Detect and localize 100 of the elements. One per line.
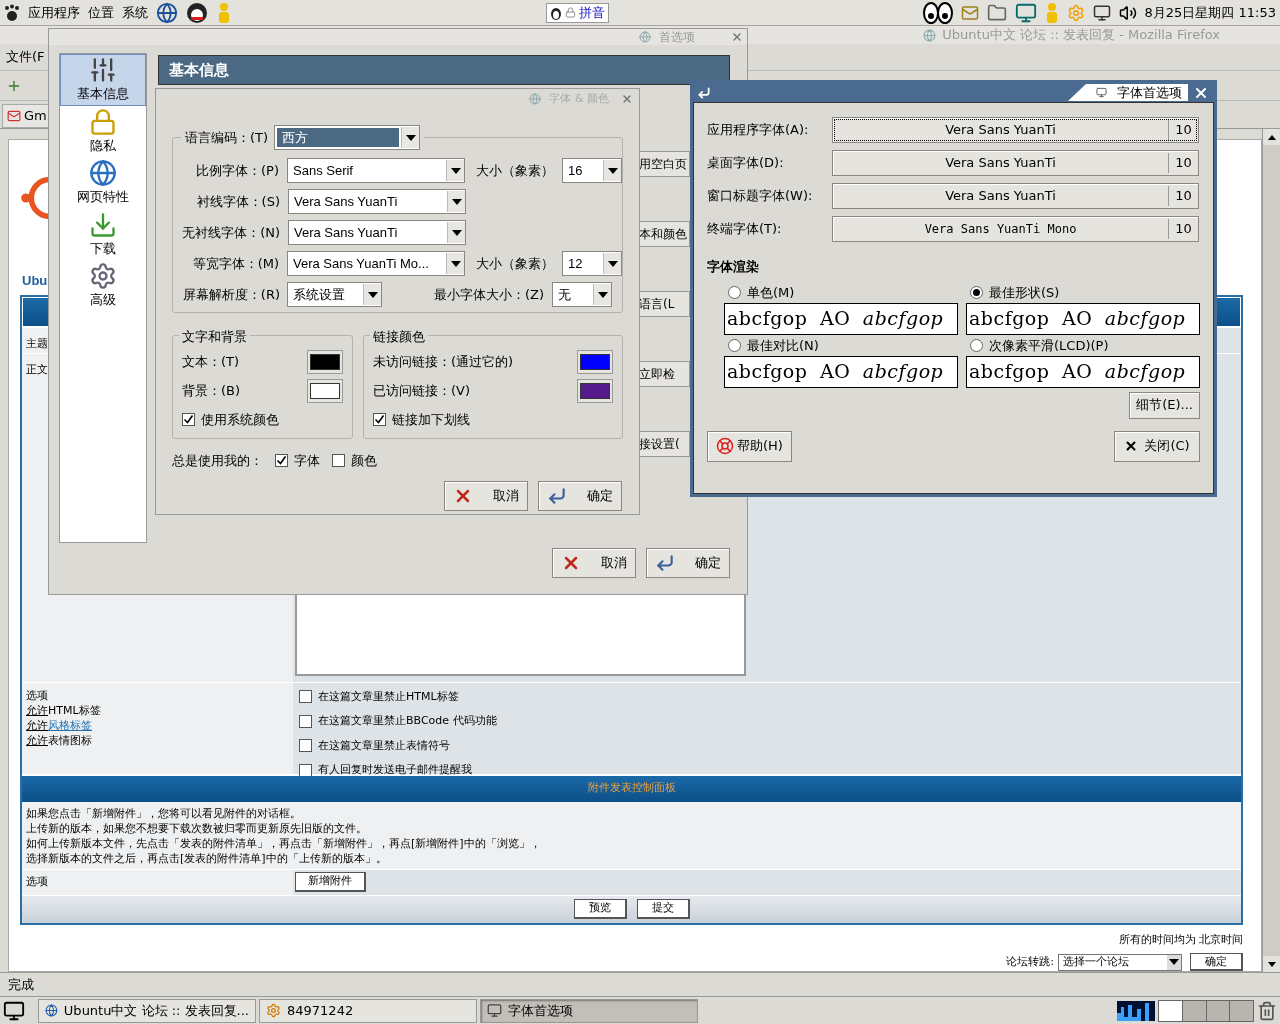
vertical-scrollbar[interactable] bbox=[1262, 129, 1280, 972]
permission-link[interactable]: 允许 bbox=[26, 702, 48, 718]
dropdown-arrow-icon bbox=[607, 260, 618, 267]
window-title: Ubuntu中文 论坛 :: 发表回复 - Mozilla Firefox bbox=[942, 26, 1220, 45]
lifebuoy-icon bbox=[716, 437, 734, 455]
radio-button[interactable] bbox=[970, 339, 983, 352]
font-picker-button[interactable]: Vera Sans YuanTi 10 bbox=[832, 117, 1199, 143]
dropdown-arrow-icon bbox=[1169, 959, 1179, 965]
lock-icon bbox=[564, 7, 576, 18]
checkbox[interactable] bbox=[299, 714, 312, 728]
close-icon[interactable] bbox=[731, 31, 743, 43]
input-method-indicator[interactable]: 拼音 bbox=[545, 2, 609, 23]
preview-button[interactable]: 预览 bbox=[573, 899, 627, 919]
forum-jump-dropdown[interactable]: 选择一个论坛 bbox=[1058, 953, 1182, 971]
checkbox[interactable] bbox=[373, 413, 386, 427]
close-button[interactable]: 关闭(C) bbox=[1114, 430, 1200, 462]
taskbar-item[interactable]: Ubuntu中文 论坛 :: 发表回复... bbox=[38, 998, 256, 1023]
color-label: 已访问链接：(V) bbox=[373, 381, 471, 400]
option-label: 在这篇文章里禁止BBCode 代码功能 bbox=[318, 713, 497, 729]
add-attachment-button[interactable]: 新增附件 bbox=[295, 872, 366, 892]
category-item[interactable]: 网页特性 bbox=[60, 157, 146, 209]
rendering-option: 单色(M) bbox=[747, 282, 795, 303]
dropdown-arrow-icon bbox=[607, 167, 618, 174]
menu-item[interactable]: 文件(F bbox=[6, 47, 45, 67]
gear-icon bbox=[89, 262, 117, 290]
font-picker-button[interactable]: Vera Sans YuanTi Mono 10 bbox=[832, 216, 1199, 242]
dropdown[interactable]: 16 bbox=[562, 158, 622, 183]
details-button[interactable]: 细节(E)... bbox=[1129, 391, 1200, 419]
color-label: 文本：(T) bbox=[182, 352, 240, 371]
panel-menu[interactable]: 应用程序 bbox=[28, 2, 80, 23]
trash-icon[interactable] bbox=[1257, 1000, 1277, 1021]
cancel-button[interactable]: 取消 bbox=[552, 548, 636, 578]
monitor-icon[interactable] bbox=[1014, 1, 1037, 24]
category-item[interactable]: 下载 bbox=[60, 208, 146, 260]
taskbar-item[interactable]: 84971242 bbox=[259, 998, 477, 1023]
checkbox[interactable] bbox=[332, 454, 345, 468]
workspace-switcher[interactable] bbox=[1158, 999, 1254, 1022]
clock[interactable]: 8月25日星期四 11:53 bbox=[1144, 2, 1276, 23]
radio-button[interactable] bbox=[728, 286, 741, 299]
radio-button[interactable] bbox=[728, 339, 741, 352]
window-title: 首选项 bbox=[659, 29, 695, 46]
close-icon[interactable] bbox=[621, 93, 633, 105]
enter-arrow-icon bbox=[547, 485, 567, 506]
mail-icon bbox=[7, 109, 21, 123]
checkbox[interactable] bbox=[275, 454, 288, 468]
ok-button[interactable]: 确定 bbox=[538, 480, 622, 511]
radio-button[interactable] bbox=[970, 286, 983, 299]
checkbox[interactable] bbox=[299, 690, 312, 704]
taskbar-item[interactable]: 字体首选项 bbox=[480, 998, 698, 1023]
scroll-up-arrow-icon[interactable] bbox=[1267, 134, 1276, 140]
volume-icon[interactable] bbox=[1118, 3, 1137, 22]
help-text: 如何上传新版本文件，先点击「发表的附件清单」，再点击「新增附件」，再点[新增附件]中的「浏览」， bbox=[26, 835, 542, 851]
font-label: 比例字体：(P) bbox=[196, 161, 279, 180]
permission-link[interactable]: 允许 bbox=[26, 732, 48, 748]
panel-menu[interactable]: 系统 bbox=[122, 2, 148, 23]
cancel-button[interactable]: 取消 bbox=[444, 480, 528, 511]
permission-link[interactable]: 风格标签 bbox=[48, 717, 92, 733]
font-label: 桌面字体(D): bbox=[707, 154, 785, 173]
ok-button[interactable]: 确定 bbox=[646, 548, 730, 578]
dropdown[interactable]: 系统设置 bbox=[287, 282, 382, 307]
category-item[interactable]: 基本信息 bbox=[60, 54, 146, 106]
window-menu-icon[interactable] bbox=[697, 85, 711, 100]
enter-arrow-icon bbox=[655, 553, 675, 573]
dropdown-arrow-icon bbox=[450, 260, 461, 267]
dropdown[interactable]: 无 bbox=[552, 282, 613, 307]
envelope-icon[interactable] bbox=[960, 3, 979, 22]
rendering-option: 最佳对比(N) bbox=[747, 335, 819, 356]
dropdown[interactable]: 12 bbox=[562, 251, 622, 276]
dropdown[interactable]: Sans Serif bbox=[287, 158, 465, 183]
rendering-option: 最佳形状(S) bbox=[989, 282, 1060, 303]
panel-menu[interactable]: 位置 bbox=[88, 2, 114, 23]
help-button[interactable]: 帮助(H) bbox=[707, 430, 792, 462]
foot-logo-icon[interactable] bbox=[4, 3, 20, 22]
penguin-icon[interactable] bbox=[186, 1, 208, 24]
font-label: 等宽字体：(M) bbox=[192, 254, 279, 273]
dropdown[interactable]: Vera Sans YuanTi Mo... bbox=[287, 251, 465, 276]
dropdown[interactable]: Vera Sans YuanTi bbox=[288, 220, 466, 245]
dropdown-arrow-icon bbox=[367, 291, 378, 298]
scroll-down-arrow-icon[interactable] bbox=[1267, 961, 1276, 967]
category-item[interactable]: 隐私 bbox=[60, 105, 146, 157]
site-title: Ubu bbox=[22, 272, 48, 290]
category-item[interactable]: 高级 bbox=[60, 260, 146, 312]
checkbox[interactable] bbox=[182, 413, 195, 427]
font-sample: abcfgop AO abcfgop bbox=[966, 355, 1200, 388]
show-desktop-icon[interactable] bbox=[3, 999, 25, 1022]
forum-jump-label: 论坛转跳: bbox=[1006, 953, 1054, 970]
go-button[interactable]: 确定 bbox=[1190, 953, 1243, 971]
permission-link[interactable]: 允许 bbox=[26, 717, 48, 733]
folder-icon[interactable] bbox=[986, 2, 1007, 23]
dropdown[interactable]: 西方 bbox=[274, 125, 421, 150]
font-picker-button[interactable]: Vera Sans YuanTi 10 bbox=[832, 183, 1199, 209]
checkbox[interactable] bbox=[299, 739, 312, 753]
dropdown[interactable]: Vera Sans YuanTi bbox=[288, 189, 466, 214]
globe-icon[interactable] bbox=[156, 1, 178, 24]
window-title: 字体首选项 bbox=[1117, 83, 1182, 102]
size-label: 大小（象素） bbox=[476, 254, 554, 273]
dropdown-arrow-icon bbox=[451, 198, 462, 205]
font-picker-button[interactable]: Vera Sans YuanTi 10 bbox=[832, 150, 1199, 176]
checkbox[interactable] bbox=[299, 763, 312, 777]
submit-button[interactable]: 提交 bbox=[636, 899, 690, 919]
